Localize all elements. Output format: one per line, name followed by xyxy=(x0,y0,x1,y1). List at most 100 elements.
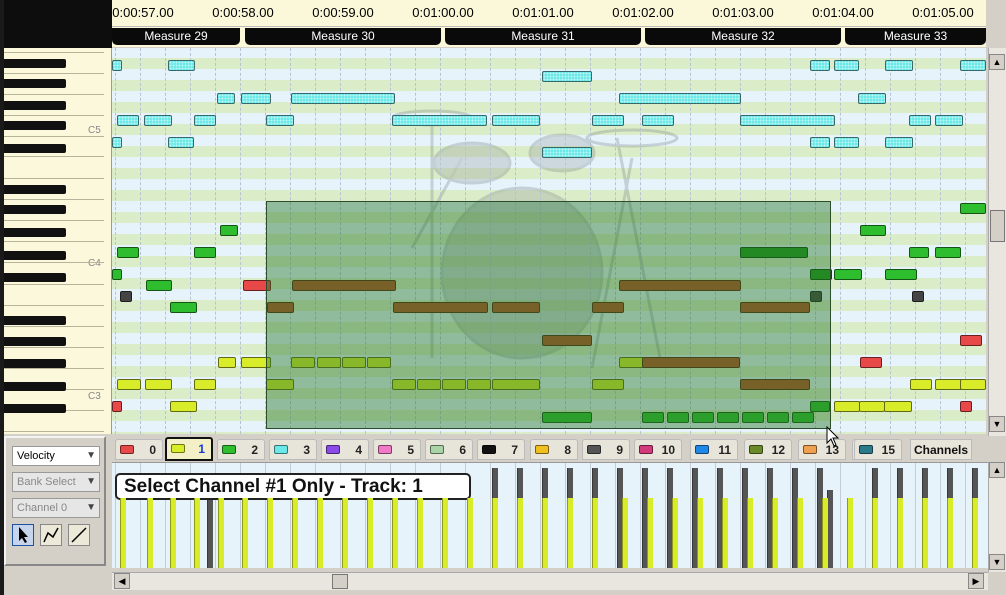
black-key[interactable] xyxy=(4,382,66,391)
velocity-bar[interactable] xyxy=(592,498,598,568)
velocity-bar[interactable] xyxy=(972,498,978,568)
measure-bar[interactable]: Measure 29 Measure 30 Measure 31 Measure… xyxy=(112,27,986,47)
midi-note[interactable] xyxy=(859,401,885,412)
channel-tab-12[interactable]: 12 xyxy=(744,439,792,460)
midi-note[interactable] xyxy=(935,247,961,258)
midi-note[interactable] xyxy=(492,115,540,126)
midi-note[interactable] xyxy=(218,357,236,368)
velocity-bar[interactable] xyxy=(947,498,953,568)
channel-tab-6[interactable]: 6 xyxy=(425,439,473,460)
midi-note[interactable] xyxy=(241,93,271,104)
midi-note[interactable] xyxy=(740,115,835,126)
midi-note[interactable] xyxy=(642,115,674,126)
velocity-bar[interactable] xyxy=(342,498,348,568)
midi-note[interactable] xyxy=(885,137,913,148)
midi-note[interactable] xyxy=(909,115,931,126)
channels-button[interactable]: Channels xyxy=(910,439,972,460)
black-key[interactable] xyxy=(4,337,66,346)
black-key[interactable] xyxy=(4,316,66,325)
midi-note[interactable] xyxy=(592,115,624,126)
vertical-scroll-thumb[interactable] xyxy=(990,210,1005,242)
midi-note[interactable] xyxy=(168,137,194,148)
velocity-bar[interactable] xyxy=(567,498,573,568)
velocity-bar[interactable] xyxy=(922,498,928,568)
midi-note[interactable] xyxy=(935,115,963,126)
velocity-bar[interactable] xyxy=(120,498,126,568)
channel-tab-0[interactable]: 0 xyxy=(115,439,163,460)
midi-note[interactable] xyxy=(810,60,830,71)
midi-note[interactable] xyxy=(884,401,912,412)
midi-note[interactable] xyxy=(392,115,487,126)
midi-note[interactable] xyxy=(834,269,862,280)
velocity-bar[interactable] xyxy=(417,498,423,568)
velocity-bar[interactable] xyxy=(267,498,273,568)
midi-note[interactable] xyxy=(291,93,395,104)
black-key[interactable] xyxy=(4,251,66,260)
midi-note[interactable] xyxy=(194,115,216,126)
midi-note[interactable] xyxy=(885,269,917,280)
midi-note[interactable] xyxy=(910,379,932,390)
velocity-bar[interactable] xyxy=(872,498,878,568)
controller-type-select[interactable]: Velocity ▼ xyxy=(12,446,100,466)
channel-tab-8[interactable]: 8 xyxy=(530,439,578,460)
midi-note[interactable] xyxy=(960,379,986,390)
velocity-bar[interactable] xyxy=(467,498,473,568)
velocity-bar[interactable] xyxy=(517,498,523,568)
velocity-bar[interactable] xyxy=(722,498,728,568)
midi-note[interactable] xyxy=(935,379,963,390)
midi-note[interactable] xyxy=(834,137,859,148)
midi-note[interactable] xyxy=(960,401,972,412)
channel-tab-11[interactable]: 11 xyxy=(690,439,738,460)
black-key[interactable] xyxy=(4,205,66,214)
midi-note[interactable] xyxy=(217,93,235,104)
scroll-left-arrow-icon[interactable]: ◀ xyxy=(114,573,130,589)
midi-note[interactable] xyxy=(960,335,982,346)
black-key[interactable] xyxy=(4,144,66,153)
velocity-bar[interactable] xyxy=(218,498,224,568)
channel-tab-15[interactable]: 15 xyxy=(854,439,902,460)
midi-note[interactable] xyxy=(194,379,216,390)
midi-note[interactable] xyxy=(144,115,172,126)
velocity-bar[interactable] xyxy=(147,498,153,568)
midi-note[interactable] xyxy=(834,60,859,71)
scroll-up-arrow-icon[interactable]: ▲ xyxy=(989,462,1005,478)
line-tool-button[interactable] xyxy=(68,524,90,546)
velocity-bar[interactable] xyxy=(492,498,498,568)
midi-note[interactable] xyxy=(834,401,860,412)
midi-note[interactable] xyxy=(860,225,886,236)
midi-note[interactable] xyxy=(117,379,141,390)
scroll-down-arrow-icon[interactable]: ▼ xyxy=(989,416,1005,432)
horizontal-scrollbar[interactable]: ◀ ▶ xyxy=(112,572,988,590)
velocity-bar[interactable] xyxy=(170,498,176,568)
midi-note[interactable] xyxy=(619,93,741,104)
curve-tool-button[interactable] xyxy=(40,524,62,546)
scroll-right-arrow-icon[interactable]: ▶ xyxy=(968,573,984,589)
midi-note[interactable] xyxy=(266,115,294,126)
midi-note[interactable] xyxy=(120,291,132,302)
measure-label[interactable]: Measure 30 xyxy=(245,28,441,45)
channel-tab-9[interactable]: 9 xyxy=(582,439,630,460)
midi-note[interactable] xyxy=(912,291,924,302)
channel-tab-3[interactable]: 3 xyxy=(269,439,317,460)
midi-note[interactable] xyxy=(909,247,929,258)
midi-note[interactable] xyxy=(194,247,216,258)
midi-note[interactable] xyxy=(810,137,830,148)
scroll-up-arrow-icon[interactable]: ▲ xyxy=(989,54,1005,70)
midi-note[interactable] xyxy=(170,302,197,313)
scroll-down-arrow-icon[interactable]: ▼ xyxy=(989,554,1005,570)
black-key[interactable] xyxy=(4,101,66,110)
midi-note[interactable] xyxy=(960,60,986,71)
time-ruler[interactable]: 0:00:57.00 0:00:58.00 0:00:59.00 0:01:00… xyxy=(112,0,986,27)
midi-note[interactable] xyxy=(858,93,886,104)
channel-tab-5[interactable]: 5 xyxy=(373,439,421,460)
measure-label[interactable]: Measure 31 xyxy=(445,28,641,45)
black-key[interactable] xyxy=(4,79,66,88)
bank-select-dropdown[interactable]: Bank Select ▼ xyxy=(12,472,100,492)
black-key[interactable] xyxy=(4,121,66,130)
velocity-bar[interactable] xyxy=(822,498,828,568)
midi-note[interactable] xyxy=(112,137,122,148)
channel-tab-10[interactable]: 10 xyxy=(634,439,682,460)
midi-note[interactable] xyxy=(145,379,172,390)
velocity-bar[interactable] xyxy=(622,498,628,568)
velocity-bar[interactable] xyxy=(672,498,678,568)
